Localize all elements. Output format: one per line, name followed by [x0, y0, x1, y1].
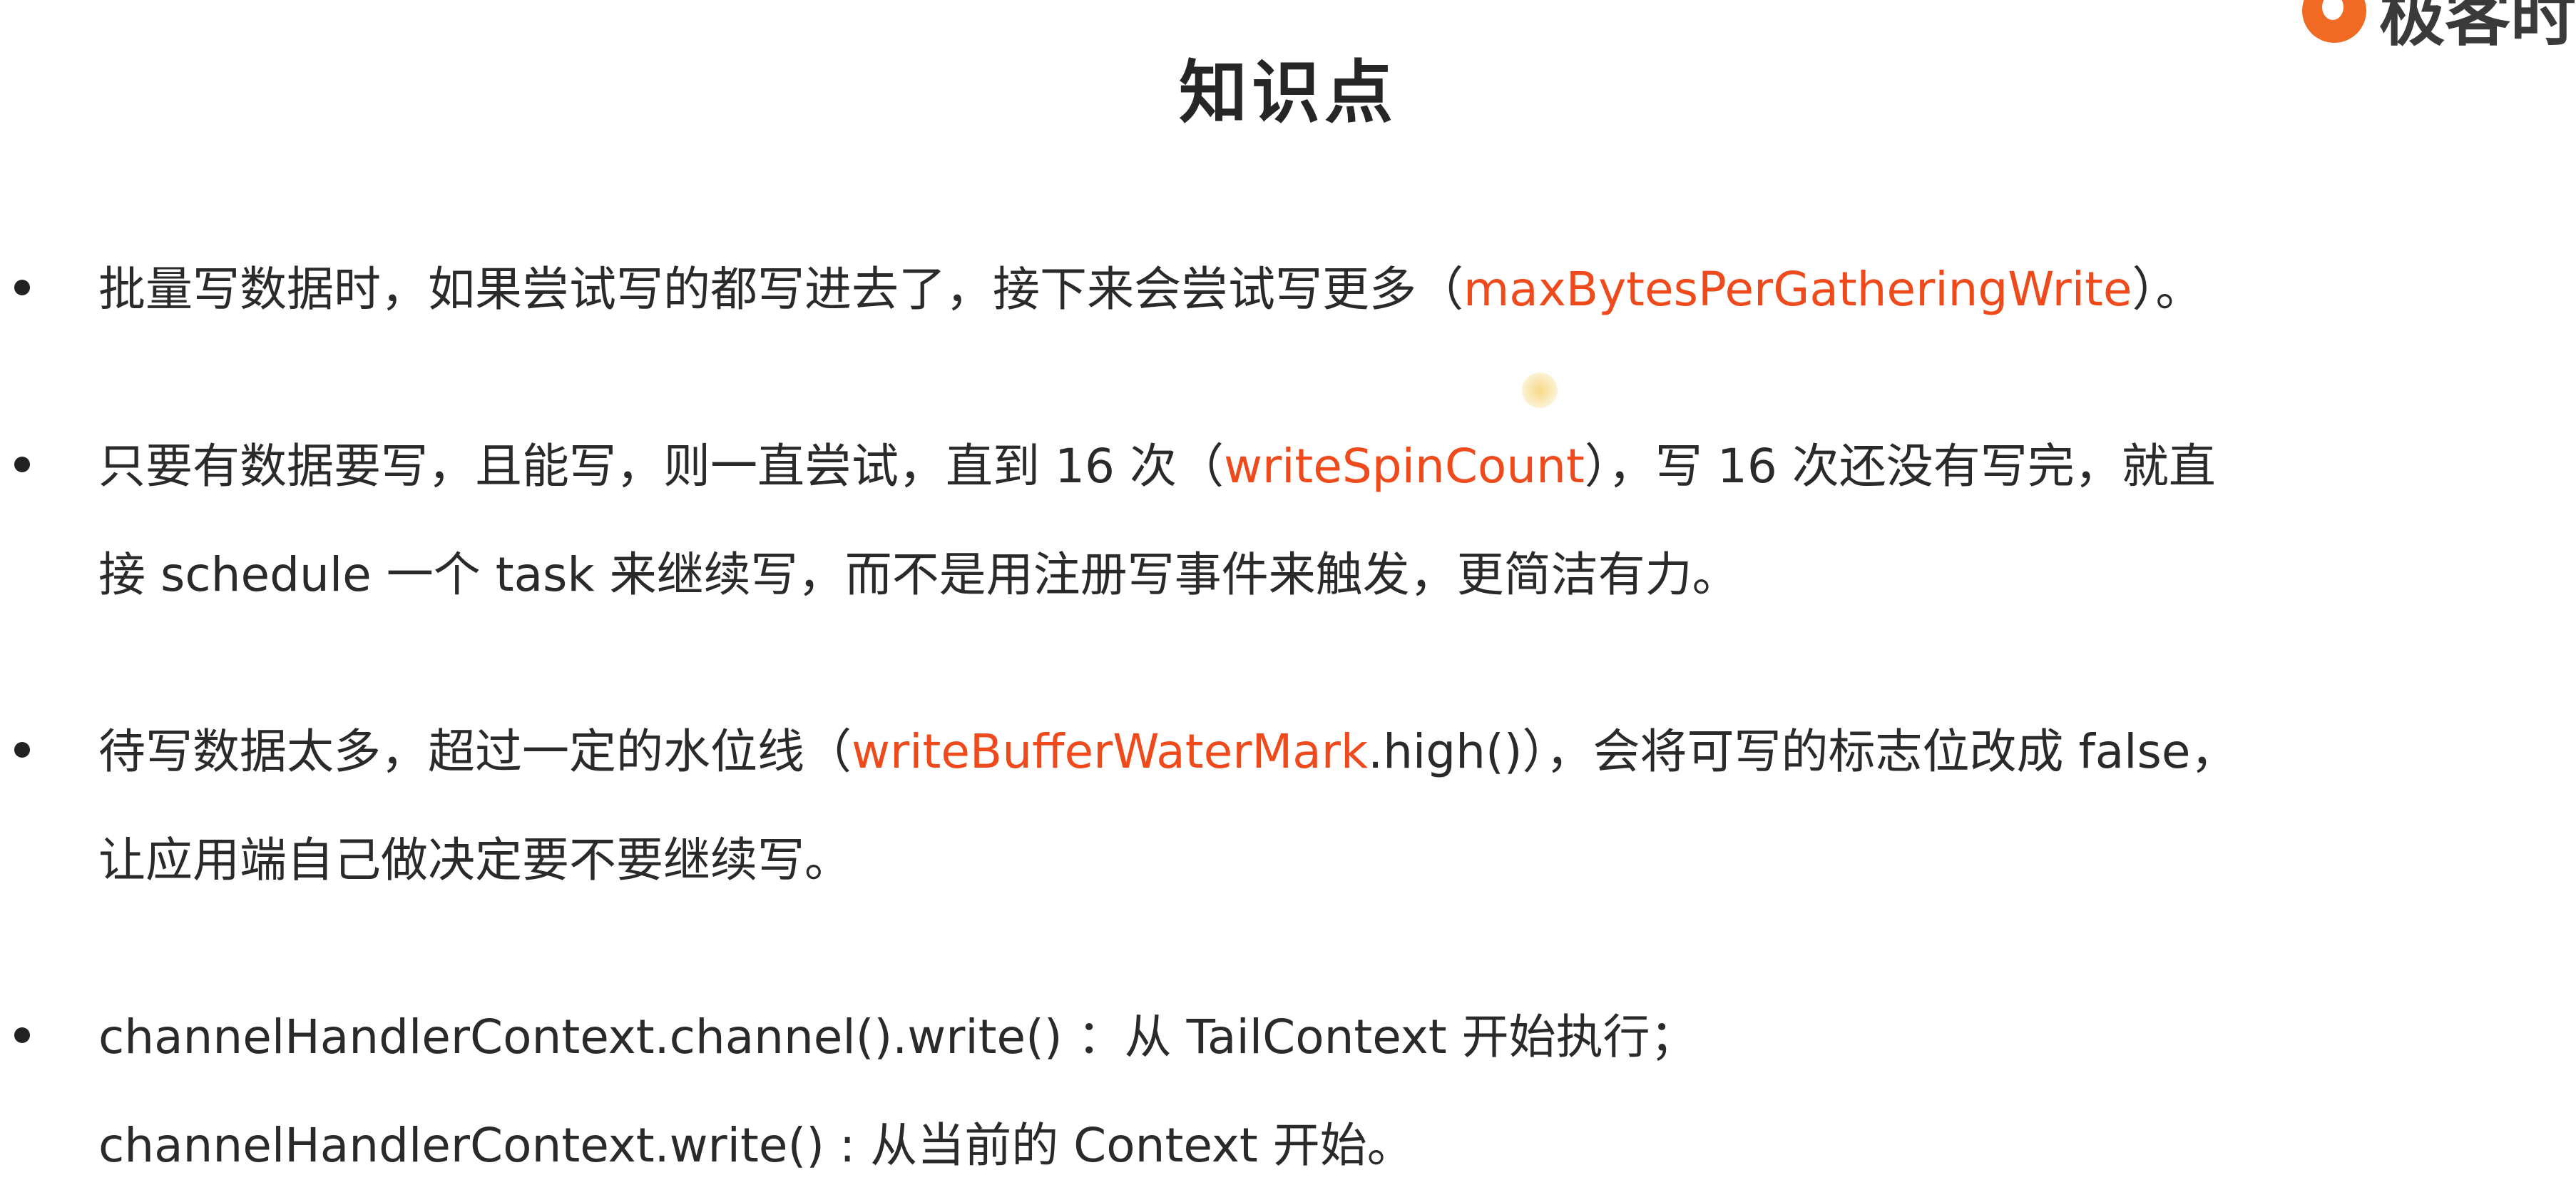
bullet-line: channelHandlerContext.channel().write() …: [98, 983, 2553, 1092]
bullet-line: 待写数据太多，超过一定的水位线（writeBufferWaterMark.hig…: [98, 698, 2553, 806]
bullet-line: 批量写数据时，如果尝试写的都写进去了，接下来会尝试写更多（maxBytesPer…: [98, 235, 2553, 344]
geektime-logo-icon: [2301, 0, 2366, 43]
bullet-text: channelHandlerContext.channel().write() …: [98, 1010, 1697, 1064]
bullet-text: channelHandlerContext.write() : 从当前的 Con…: [98, 1118, 1414, 1173]
bullet-text: 批量写数据时，如果尝试写的都写进去了，接下来会尝试写更多（: [98, 262, 1463, 317]
bullet-item: channelHandlerContext.channel().write() …: [14, 983, 2553, 1200]
bullet-line: 让应用端自己做决定要不要继续写。: [98, 806, 2553, 915]
bullet-text: .high()），会将可写的标志位改成 false，: [1368, 724, 2238, 779]
bullet-item: 批量写数据时，如果尝试写的都写进去了，接下来会尝试写更多（maxBytesPer…: [14, 235, 2553, 344]
slide-title: 知识点: [1179, 53, 1397, 133]
highlighted-term: maxBytesPerGatheringWrite: [1463, 262, 2132, 317]
bullet-dot-icon: [14, 457, 30, 472]
bullet-text: 只要有数据要写，且能写，则一直尝试，直到 16 次（: [98, 439, 1224, 494]
bullet-text: 待写数据太多，超过一定的水位线（: [98, 724, 852, 779]
bullet-item: 待写数据太多，超过一定的水位线（writeBufferWaterMark.hig…: [14, 698, 2553, 915]
highlighted-term: writeBufferWaterMark: [852, 724, 1369, 779]
bullet-list: 批量写数据时，如果尝试写的都写进去了，接下来会尝试写更多（maxBytesPer…: [14, 235, 2553, 1200]
bullet-dot-icon: [14, 742, 30, 758]
bullet-text: 接 schedule 一个 task 来继续写，而不是用注册写事件来触发，更简洁…: [98, 547, 1739, 602]
bullet-item: 只要有数据要写，且能写，则一直尝试，直到 16 次（writeSpinCount…: [14, 412, 2553, 629]
slide: 极客时 知识点 批量写数据时，如果尝试写的都写进去了，接下来会尝试写更多（max…: [0, 0, 2576, 1196]
bullet-text: 让应用端自己做决定要不要继续写。: [98, 833, 852, 888]
bullet-text: ）。: [2132, 262, 2203, 317]
bullet-dot-icon: [14, 1027, 30, 1043]
bullet-line: channelHandlerContext.write() : 从当前的 Con…: [98, 1092, 2553, 1200]
bullet-dot-icon: [14, 280, 30, 295]
bullet-line: 接 schedule 一个 task 来继续写，而不是用注册写事件来触发，更简洁…: [98, 521, 2553, 629]
bullet-line: 只要有数据要写，且能写，则一直尝试，直到 16 次（writeSpinCount…: [98, 412, 2553, 521]
highlighted-term: writeSpinCount: [1223, 439, 1585, 494]
bullet-text: ），写 16 次还没有写完，就直: [1584, 439, 2216, 494]
